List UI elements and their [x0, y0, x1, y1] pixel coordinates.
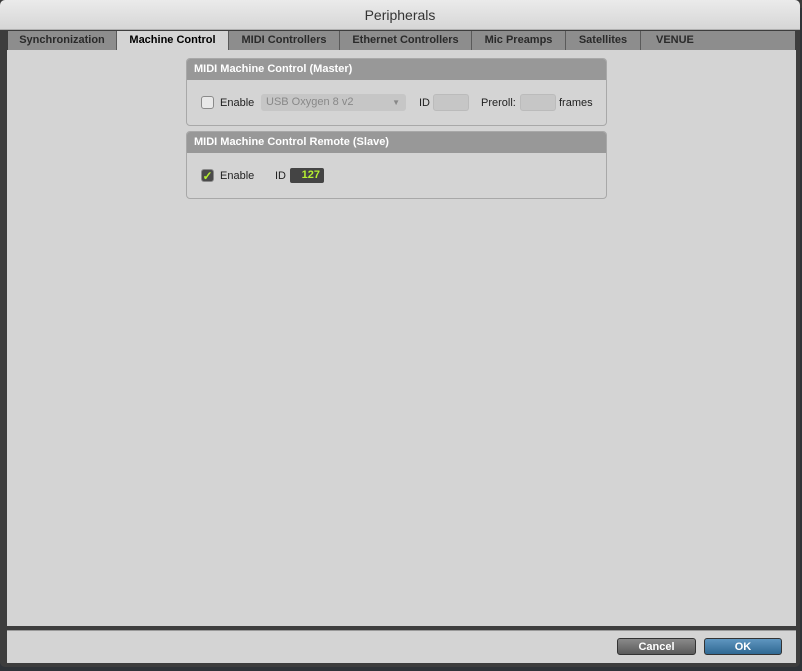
- peripherals-dialog: Peripherals Synchronization Machine Cont…: [0, 0, 800, 667]
- slave-id-label: ID: [275, 170, 286, 182]
- tab-machine-control[interactable]: Machine Control: [117, 31, 229, 50]
- tab-bar: Synchronization Machine Control MIDI Con…: [8, 31, 795, 50]
- cancel-button[interactable]: Cancel: [617, 638, 696, 655]
- tab-synchronization[interactable]: Synchronization: [8, 31, 117, 50]
- tab-venue[interactable]: VENUE: [641, 31, 795, 50]
- checkmark-icon: ✓: [202, 169, 213, 183]
- slave-id-field[interactable]: 127: [290, 168, 324, 183]
- master-enable-checkbox[interactable]: [201, 96, 214, 109]
- master-panel-title: MIDI Machine Control (Master): [187, 59, 606, 80]
- ok-button[interactable]: OK: [704, 638, 782, 655]
- slave-enable-label: Enable: [220, 170, 255, 182]
- tab-satellites[interactable]: Satellites: [566, 31, 641, 50]
- device-value: USB Oxygen 8 v2: [266, 96, 354, 108]
- master-id-label: ID: [419, 97, 430, 109]
- tab-mic-preamps[interactable]: Mic Preamps: [472, 31, 566, 50]
- master-device-select[interactable]: USB Oxygen 8 v2 ▼: [261, 94, 406, 111]
- button-bar: Cancel OK: [7, 630, 796, 663]
- preroll-field[interactable]: [520, 94, 556, 111]
- tab-midi-controllers[interactable]: MIDI Controllers: [229, 31, 340, 50]
- slave-panel-title: MIDI Machine Control Remote (Slave): [187, 132, 606, 153]
- machine-control-pane: MIDI Machine Control (Master) Enable USB…: [7, 50, 796, 626]
- master-enable-label: Enable: [220, 97, 255, 109]
- preroll-label: Preroll:: [481, 97, 516, 109]
- frames-label: frames: [559, 97, 593, 109]
- dropdown-arrow-icon: ▼: [392, 98, 400, 107]
- slave-panel: MIDI Machine Control Remote (Slave) ✓ En…: [186, 131, 607, 199]
- master-panel: MIDI Machine Control (Master) Enable USB…: [186, 58, 607, 126]
- slave-enable-checkbox[interactable]: ✓: [201, 169, 214, 182]
- tab-ethernet-controllers[interactable]: Ethernet Controllers: [340, 31, 472, 50]
- dialog-title: Peripherals: [0, 0, 800, 30]
- master-id-field[interactable]: [433, 94, 469, 111]
